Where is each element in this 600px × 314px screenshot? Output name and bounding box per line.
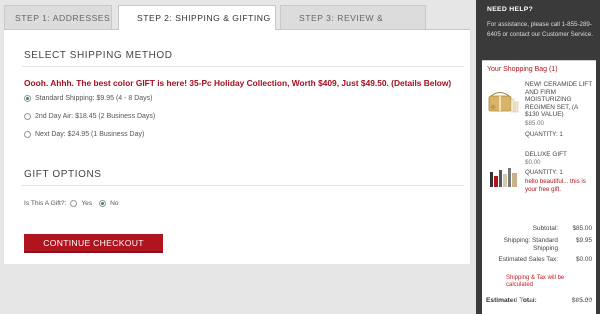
help-text: For assistance, please call 1-855-289-64… [487, 21, 593, 38]
checkout-main: Step 1: Addresses Step 2: Shipping & Gif… [0, 0, 476, 314]
promo-message: Oooh. Ahhh. The best color GIFT is here!… [24, 78, 452, 88]
shipping-method-heading: Select Shipping Method [24, 50, 173, 61]
shipping-panel: Select Shipping Method Oooh. Ahhh. The b… [4, 29, 470, 264]
summary-label: Estimated Sales Tax: [498, 256, 558, 263]
divider [22, 66, 464, 67]
shipping-option-label: Next Day: $24.95 (1 Business Day) [35, 131, 145, 138]
gift-no-label[interactable]: No [110, 200, 118, 207]
summary-label: Subtotal: [532, 225, 558, 232]
shipping-option-label: 2nd Day Air: $18.45 (2 Business Days) [35, 113, 156, 120]
summary-value: $9.95 [576, 237, 592, 244]
gift-yes-label[interactable]: Yes [81, 200, 92, 207]
shipping-option-label: Standard Shipping: $9.95 (4 - 8 Days) [35, 95, 153, 102]
bag-item-price: $85.00 [525, 120, 544, 127]
radio-button-icon[interactable] [24, 113, 31, 120]
product-makeup-set-icon[interactable] [489, 164, 519, 188]
bag-item-quantity: QUANTITY: 1 [525, 169, 563, 176]
shopping-bag-heading[interactable]: Your Shopping Bag (1) [487, 66, 558, 73]
bag-item-price: $0.00 [525, 159, 541, 166]
gift-question: Is This A Gift?: Yes No [24, 200, 119, 207]
shipping-option-standard[interactable]: Standard Shipping: $9.95 (4 - 8 Days) [24, 95, 153, 102]
radio-button-icon[interactable] [24, 131, 31, 138]
sidebar: NEED HELP? For assistance, please call 1… [476, 0, 600, 314]
bag-item-quantity: QUANTITY: 1 [525, 131, 563, 138]
tab-review-payment[interactable]: Step 3: Review & Payment [280, 5, 426, 47]
bag-item-title[interactable]: NEW! CERAMIDE LIFT AND FIRM MOISTURIZING… [525, 81, 593, 119]
tab-shipping-gifting[interactable]: Step 2: Shipping & Gifting [118, 5, 276, 30]
gift-yes-radio-icon[interactable] [70, 200, 78, 207]
need-help-heading: NEED HELP? [487, 6, 534, 13]
tax-note: Shipping & Tax will be calculated [506, 275, 565, 289]
bag-item-title[interactable]: DELUXE GIFT [525, 151, 593, 159]
shipping-option-next-day[interactable]: Next Day: $24.95 (1 Business Day) [24, 131, 144, 138]
free-gift-note: hello beautiful... this is your free gif… [525, 178, 586, 193]
summary-value: $85.00 [572, 225, 592, 232]
tab-addresses[interactable]: Step 1: Addresses [4, 5, 112, 29]
checkout-steps: Step 1: Addresses Step 2: Shipping & Gif… [4, 5, 470, 47]
gift-options-heading: Gift Options [24, 169, 102, 180]
watermark-domain: SMZDM.COM [558, 304, 596, 310]
gift-question-label: Is This A Gift?: [24, 200, 67, 207]
continue-checkout-button[interactable]: Continue Checkout [24, 234, 163, 253]
radio-button-icon[interactable] [24, 95, 31, 102]
gift-no-radio-icon[interactable] [99, 200, 107, 207]
shipping-option-2nd-day[interactable]: 2nd Day Air: $18.45 (2 Business Days) [24, 113, 155, 120]
summary-value: $0.00 [576, 256, 592, 263]
shopping-bag: Your Shopping Bag (1) NEW! CERAMIDE LIFT… [482, 60, 596, 314]
summary-label: Shipping: Standard Shipping [503, 237, 558, 252]
divider [22, 185, 464, 186]
product-gift-box-icon[interactable] [487, 87, 519, 115]
